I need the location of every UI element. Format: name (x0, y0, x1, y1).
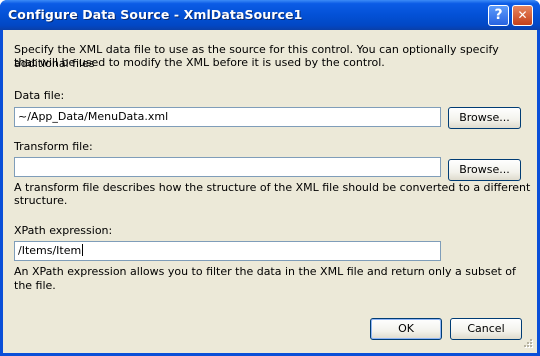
data-file-input[interactable]: ~/App_Data/MenuData.xml (14, 107, 441, 127)
ok-button[interactable]: OK (370, 318, 442, 340)
data-file-label: Data file: (14, 89, 65, 102)
close-button[interactable]: ✕ (512, 5, 533, 26)
data-file-browse-button[interactable]: Browse... (448, 107, 521, 129)
xpath-input[interactable]: /Items/Item (14, 241, 441, 261)
intro-line-2: that will be used to modify the XML befo… (14, 56, 385, 69)
text-caret (82, 244, 84, 256)
transform-help-line-1: A transform file describes how the struc… (14, 181, 531, 194)
transform-file-browse-button[interactable]: Browse... (448, 159, 521, 181)
transform-help-line-2: structure. (14, 194, 68, 207)
xpath-input-value: /Items/Item (18, 244, 82, 257)
help-button[interactable]: ? (488, 5, 509, 26)
title-bar[interactable]: Configure Data Source - XmlDataSource1 ?… (0, 0, 540, 30)
question-icon: ? (494, 7, 503, 23)
xpath-label: XPath expression: (14, 224, 113, 237)
transform-file-input[interactable] (14, 157, 441, 177)
window-title: Configure Data Source - XmlDataSource1 (8, 7, 303, 22)
transform-file-label: Transform file: (14, 140, 93, 153)
cancel-button[interactable]: Cancel (450, 318, 522, 340)
dialog-body: Specify the XML data file to use as the … (3, 30, 537, 353)
resize-grip-icon[interactable] (522, 338, 534, 350)
close-icon: ✕ (517, 8, 528, 22)
xpath-help: An XPath expression allows you to filter… (14, 265, 516, 292)
dialog-window: Configure Data Source - XmlDataSource1 ?… (0, 0, 540, 356)
